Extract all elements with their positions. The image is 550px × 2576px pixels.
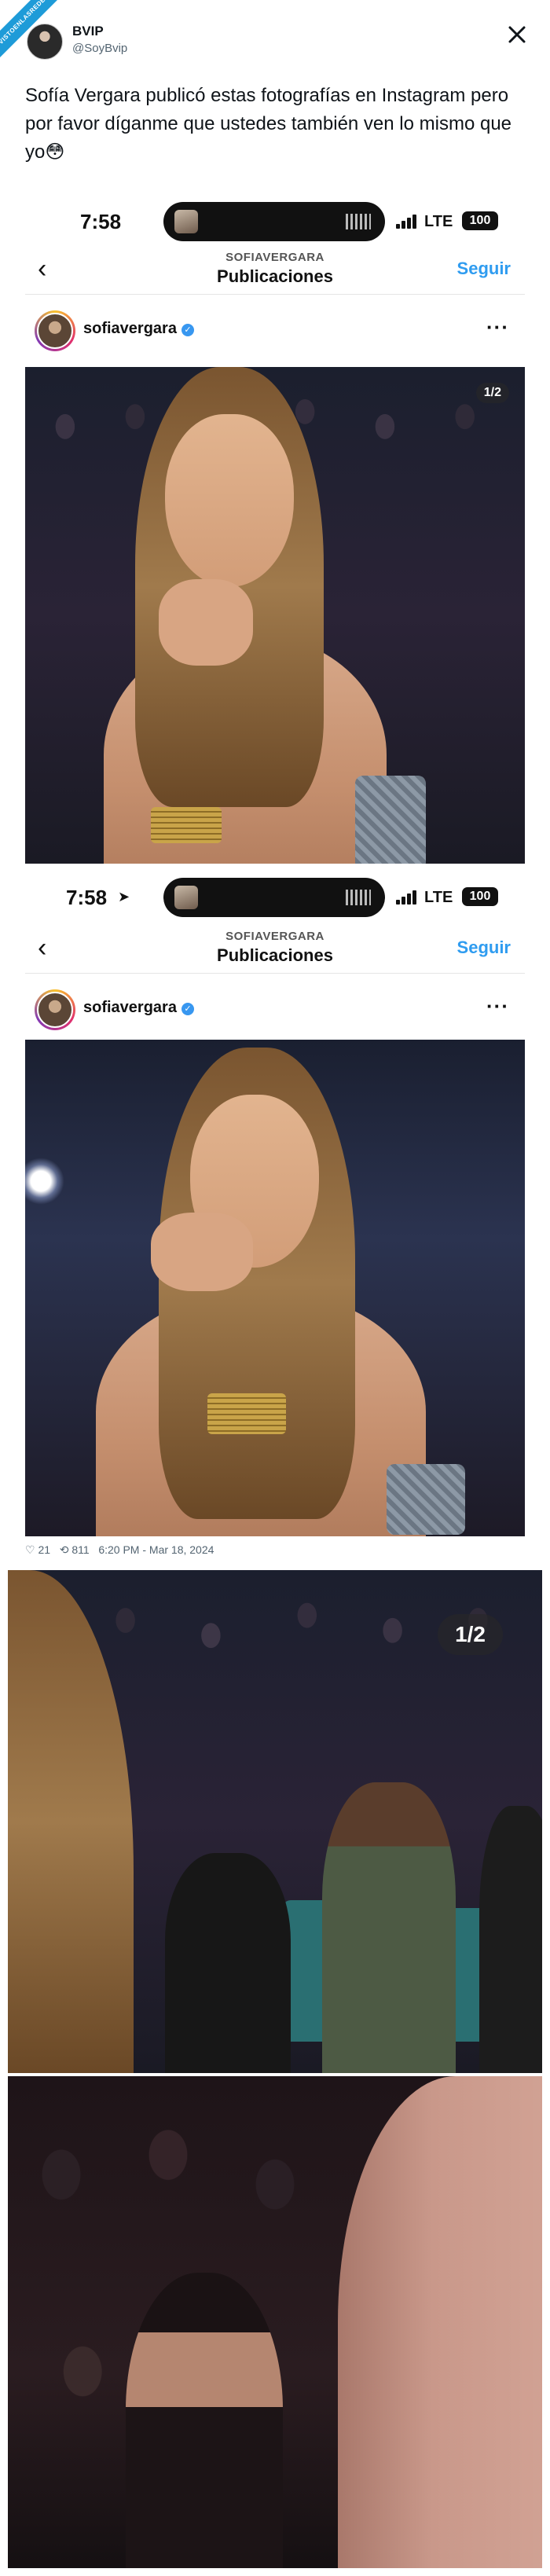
- audience-member: [322, 1782, 456, 2073]
- author-avatar[interactable]: [27, 24, 63, 60]
- tweet-meta: ♡ 21 ⟲ 811 6:20 PM - Mar 18, 2024: [25, 1543, 214, 1557]
- audience-member: [126, 2273, 283, 2568]
- more-horizontal-icon[interactable]: ···: [486, 994, 509, 1018]
- x-logo-icon[interactable]: [508, 25, 526, 44]
- post-photo[interactable]: [25, 1040, 525, 1536]
- status-bar: 7:58 LTE 100: [25, 199, 525, 246]
- status-time: 7:58: [66, 886, 108, 909]
- signal-icon: [396, 213, 420, 229]
- network-label: LTE: [424, 889, 453, 906]
- tweet-text: Sofía Vergara publicó estas fotografías …: [25, 85, 512, 163]
- author-handle[interactable]: @SoyBvip: [72, 42, 127, 55]
- status-bar: 7:58 ➤ LTE 100: [25, 876, 525, 923]
- instagram-screenshot-1: 7:58 LTE 100 ‹ SOFIAVERGARA Publicacione…: [25, 193, 525, 870]
- island-thumbnail: [174, 886, 198, 909]
- post-header: sofiavergara ✓ ···: [25, 301, 525, 358]
- stage-light: [25, 1158, 64, 1205]
- post-photo[interactable]: 1/2: [25, 367, 525, 864]
- location-arrow-icon: ➤: [118, 889, 130, 905]
- post-header: sofiavergara ✓ ···: [25, 980, 525, 1037]
- nav-title: Publicaciones: [217, 266, 333, 286]
- profile-avatar[interactable]: [35, 989, 75, 1030]
- signal-icon: [396, 889, 420, 905]
- photo-counter: 1/2: [438, 1614, 503, 1655]
- dynamic-island: [163, 878, 385, 917]
- author-name[interactable]: BVIP: [72, 24, 104, 39]
- tweet-header: VISTOENLASREDES BVIP @SoyBvip: [0, 0, 550, 77]
- waveform-icon: [346, 214, 371, 229]
- heart-icon[interactable]: ♡: [25, 1543, 35, 1556]
- verified-icon: ✓: [181, 1003, 194, 1015]
- instagram-screenshot-2: 7:58 ➤ LTE 100 ‹ SOFIAVERGARA Publicacio…: [25, 876, 525, 1536]
- like-count: 21: [38, 1543, 51, 1556]
- battery-indicator: 100: [462, 211, 498, 230]
- posts-nav-bar: ‹ SOFIAVERGARA Publicaciones Seguir: [25, 925, 525, 974]
- waveform-icon: [346, 890, 371, 905]
- posts-nav-bar: ‹ SOFIAVERGARA Publicaciones Seguir: [25, 246, 525, 295]
- retweet-count: 811: [72, 1543, 90, 1556]
- audience-member: [165, 1853, 291, 2073]
- photo-counter: 1/2: [475, 383, 509, 403]
- follow-button[interactable]: Seguir: [457, 259, 511, 279]
- battery-indicator: 100: [462, 887, 498, 906]
- status-time: 7:58: [80, 210, 122, 233]
- post-username[interactable]: sofiavergara: [83, 320, 177, 337]
- more-horizontal-icon[interactable]: ···: [486, 315, 509, 339]
- nav-subtitle: SOFIAVERGARA: [226, 251, 324, 264]
- dynamic-island: [163, 202, 385, 241]
- nav-subtitle: SOFIAVERGARA: [226, 930, 324, 943]
- profile-avatar[interactable]: [35, 310, 75, 351]
- nav-title: Publicaciones: [217, 945, 333, 965]
- island-thumbnail: [174, 210, 198, 233]
- network-label: LTE: [424, 213, 453, 230]
- zoomed-crop-2: [8, 2076, 542, 2568]
- retweet-icon[interactable]: ⟲: [60, 1543, 69, 1556]
- post-username[interactable]: sofiavergara: [83, 999, 177, 1016]
- verified-icon: ✓: [181, 324, 194, 336]
- follow-button[interactable]: Seguir: [457, 938, 511, 958]
- audience-member: [479, 1806, 542, 2073]
- zoomed-crop-1: 1/2: [8, 1570, 542, 2073]
- tweet-timestamp: 6:20 PM - Mar 18, 2024: [98, 1543, 214, 1556]
- subject-hair-edge: [8, 1570, 134, 2073]
- subject-arm: [338, 2076, 542, 2568]
